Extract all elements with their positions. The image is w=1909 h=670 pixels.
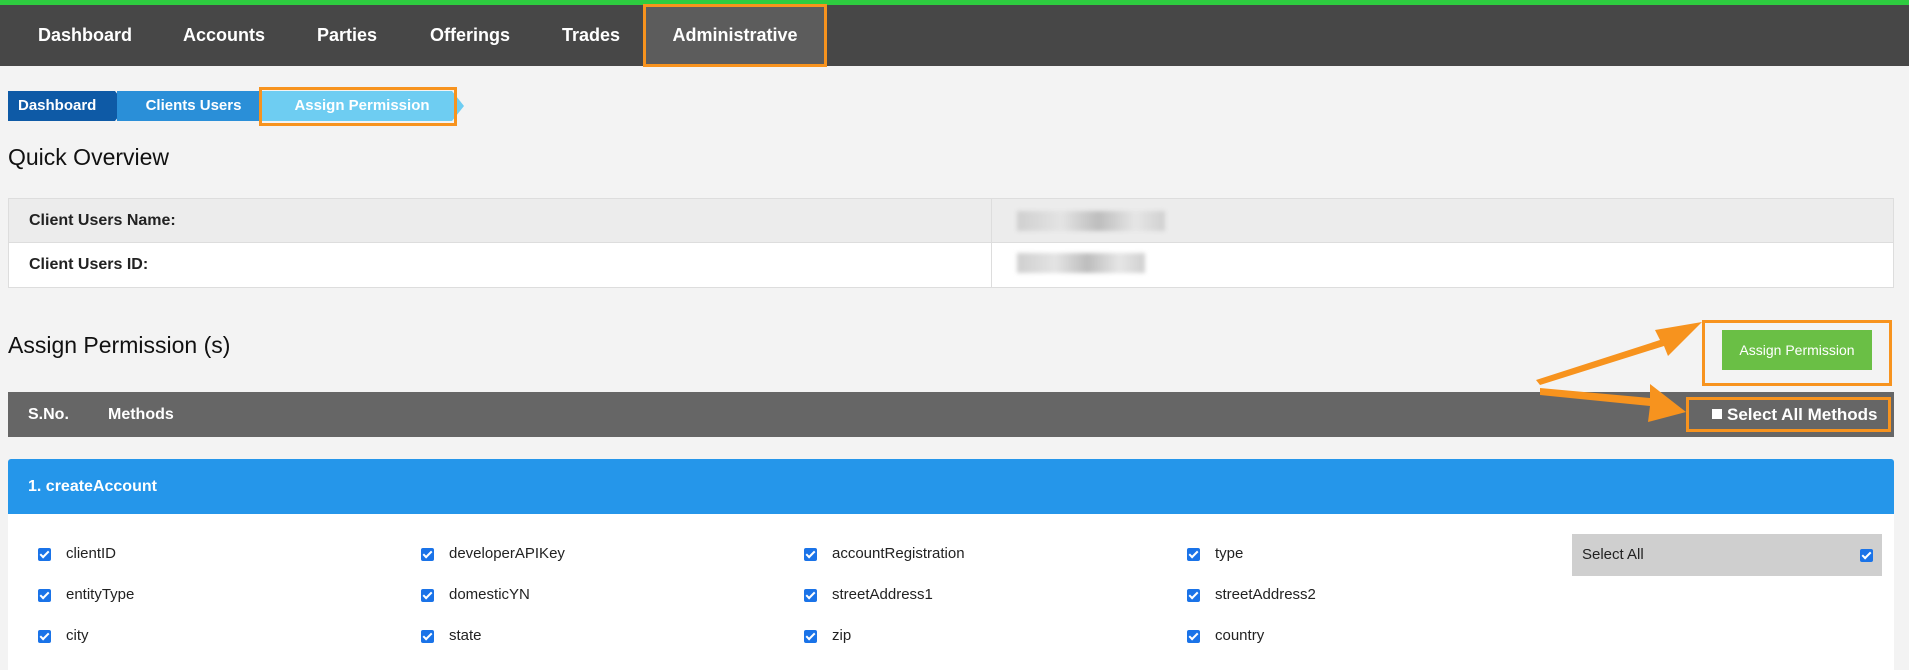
select-all-methods-label: Select All Methods bbox=[1727, 405, 1878, 424]
field-label: country bbox=[1215, 627, 1265, 644]
assign-permission-title: Assign Permission (s) bbox=[8, 332, 231, 358]
column-header-methods: Methods bbox=[108, 406, 174, 423]
checkbox[interactable] bbox=[1187, 630, 1200, 643]
divider bbox=[991, 243, 992, 287]
field-label: zip bbox=[832, 627, 852, 644]
redacted-value bbox=[1017, 253, 1145, 273]
nav-offerings[interactable]: Offerings bbox=[402, 5, 538, 66]
methods-table-header: S.No. Methods bbox=[8, 392, 1894, 437]
nav-trades[interactable]: Trades bbox=[538, 5, 644, 66]
client-users-name-label: Client Users Name: bbox=[29, 212, 176, 229]
overview-table: Client Users Name: Client Users ID: bbox=[8, 198, 1894, 288]
redacted-value bbox=[1017, 211, 1165, 231]
nav-dashboard[interactable]: Dashboard bbox=[14, 5, 156, 66]
divider bbox=[991, 199, 992, 242]
field-label: accountRegistration bbox=[832, 545, 965, 562]
checkbox[interactable] bbox=[804, 589, 817, 602]
checkbox[interactable] bbox=[1187, 548, 1200, 561]
breadcrumb-clients-users[interactable]: Clients Users bbox=[117, 91, 272, 121]
checkbox[interactable] bbox=[38, 548, 51, 561]
select-all-methods-toggle[interactable]: Select All Methods bbox=[1712, 401, 1878, 429]
checkbox[interactable] bbox=[38, 630, 51, 643]
table-row: Client Users ID: bbox=[9, 243, 1893, 287]
field-label: clientID bbox=[66, 545, 117, 562]
nav-accounts[interactable]: Accounts bbox=[156, 5, 292, 66]
nav-administrative[interactable]: Administrative bbox=[643, 4, 827, 67]
checkbox[interactable] bbox=[1187, 589, 1200, 602]
assign-permission-button[interactable]: Assign Permission bbox=[1722, 330, 1872, 370]
breadcrumb-label: Dashboard bbox=[18, 97, 97, 114]
quick-overview-title: Quick Overview bbox=[8, 144, 170, 170]
checkbox[interactable] bbox=[421, 589, 434, 602]
checkbox[interactable] bbox=[804, 548, 817, 561]
select-all-label: Select All bbox=[1582, 546, 1644, 563]
arrow-to-assign-button-icon bbox=[1536, 322, 1702, 385]
field-label: state bbox=[449, 627, 482, 644]
field-label: city bbox=[66, 627, 89, 644]
field-label: domesticYN bbox=[449, 586, 530, 603]
table-row: Client Users Name: bbox=[9, 199, 1893, 243]
checkbox[interactable] bbox=[421, 630, 434, 643]
checkbox[interactable] bbox=[421, 548, 434, 561]
checkbox[interactable] bbox=[804, 630, 817, 643]
method-header-create-account[interactable]: 1. createAccount bbox=[8, 459, 1894, 514]
select-all-fields-box[interactable]: Select All bbox=[1572, 534, 1882, 576]
top-navigation: Dashboard Accounts Parties Offerings Tra… bbox=[0, 0, 1909, 67]
breadcrumb-dashboard[interactable]: Dashboard bbox=[8, 91, 127, 121]
highlight-box bbox=[259, 87, 457, 126]
field-label: type bbox=[1215, 545, 1244, 562]
breadcrumb-label: Clients Users bbox=[145, 97, 242, 114]
field-label: streetAddress1 bbox=[832, 586, 933, 603]
select-all-checkbox[interactable] bbox=[1860, 549, 1873, 562]
checkbox-icon[interactable] bbox=[1712, 409, 1722, 419]
field-label: developerAPIKey bbox=[449, 545, 565, 562]
client-users-id-label: Client Users ID: bbox=[29, 256, 149, 273]
field-label: entityType bbox=[66, 586, 135, 603]
column-header-sno: S.No. bbox=[28, 406, 69, 423]
checkbox[interactable] bbox=[38, 589, 51, 602]
nav-parties[interactable]: Parties bbox=[292, 5, 402, 66]
field-label: streetAddress2 bbox=[1215, 586, 1316, 603]
